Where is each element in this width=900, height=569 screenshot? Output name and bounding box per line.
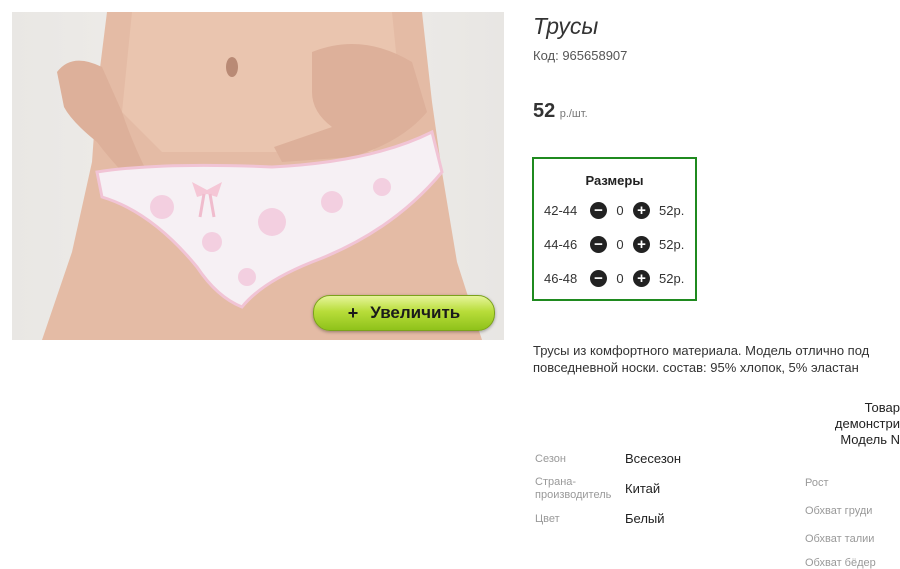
size-row: 46-48 − 0 + 52р. bbox=[544, 268, 684, 288]
property-value: Белый bbox=[625, 511, 665, 526]
zoom-button-label: Увеличить bbox=[370, 303, 461, 322]
size-price: 52р. bbox=[659, 202, 685, 218]
property-label: Цвет bbox=[535, 513, 560, 525]
product-price: 52 р./шт. bbox=[533, 100, 588, 123]
minus-circle-icon[interactable]: − bbox=[590, 235, 607, 253]
measurement-label: Обхват талии bbox=[805, 533, 875, 545]
product-photo[interactable]: + Увеличить bbox=[12, 12, 504, 340]
zoom-button[interactable]: + Увеличить bbox=[313, 295, 495, 331]
plus-circle-icon[interactable]: + bbox=[633, 201, 650, 219]
measurement-label: Обхват бёдер bbox=[805, 557, 876, 569]
description-line: Трусы из комфортного материала. Модель о… bbox=[533, 343, 870, 358]
model-info: Товар демонстри Модель N bbox=[800, 400, 900, 448]
sizes-title: Размеры bbox=[585, 173, 644, 188]
size-quantity: 0 bbox=[616, 270, 624, 286]
size-price: 52р. bbox=[659, 236, 685, 252]
size-label: 44-46 bbox=[544, 236, 578, 252]
property-label: Страна-производитель bbox=[535, 476, 612, 501]
size-row: 44-46 − 0 + 52р. bbox=[544, 234, 684, 254]
product-description: Трусы из комфортного материала. Модель о… bbox=[533, 342, 900, 376]
model-info-line: демонстри bbox=[834, 416, 900, 431]
minus-circle-icon[interactable]: − bbox=[590, 201, 607, 219]
description-line: повседневной носки. состав: 95% хлопок, … bbox=[533, 360, 859, 375]
size-quantity: 0 bbox=[616, 202, 624, 218]
size-label: 42-44 bbox=[544, 202, 578, 218]
product-title: Трусы bbox=[533, 13, 599, 39]
plus-circle-icon[interactable]: + bbox=[633, 235, 650, 253]
size-label: 46-48 bbox=[544, 270, 578, 286]
property-label: Сезон bbox=[535, 453, 566, 465]
plus-icon: + bbox=[347, 302, 359, 323]
minus-circle-icon[interactable]: − bbox=[590, 269, 607, 287]
model-info-line: Модель N bbox=[840, 432, 900, 447]
size-quantity: 0 bbox=[616, 236, 624, 252]
product-code: Код: 965658907 bbox=[533, 48, 628, 63]
property-value: Всесезон bbox=[625, 451, 682, 466]
price-value: 52 bbox=[533, 100, 556, 122]
price-unit: р./шт. bbox=[559, 108, 588, 120]
product-image bbox=[42, 12, 482, 340]
sizes-panel: Размеры 42-44 − 0 + 52р. 44-46 − 0 + 52р… bbox=[532, 157, 697, 301]
measurement-label: Рост bbox=[805, 477, 829, 489]
property-value: Китай bbox=[625, 481, 661, 496]
measurement-label: Обхват груди bbox=[805, 505, 873, 517]
model-info-line: Товар bbox=[864, 400, 900, 415]
size-row: 42-44 − 0 + 52р. bbox=[544, 200, 684, 220]
plus-circle-icon[interactable]: + bbox=[633, 269, 650, 287]
size-price: 52р. bbox=[659, 270, 685, 286]
